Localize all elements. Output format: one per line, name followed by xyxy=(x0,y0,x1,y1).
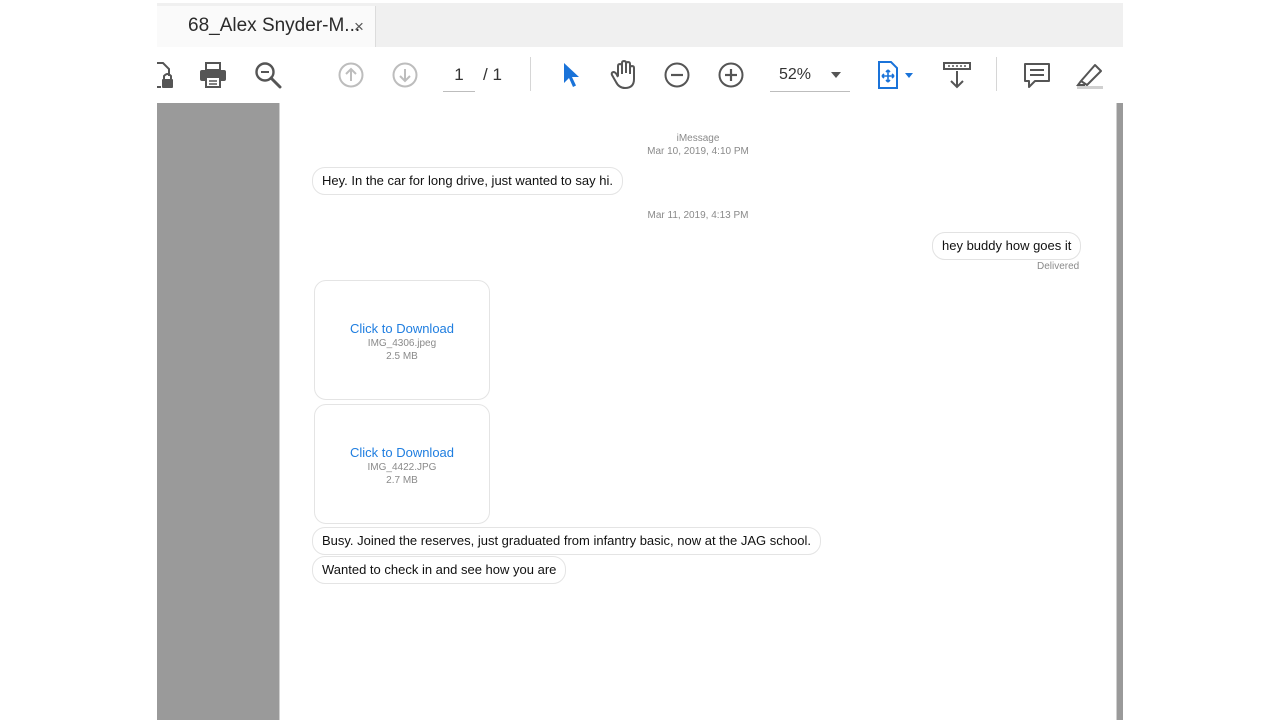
incoming-message: Busy. Joined the reserves, just graduate… xyxy=(312,527,821,555)
toolbar: 1 / 1 52% xyxy=(157,47,1123,104)
toolbar-divider xyxy=(530,57,531,91)
timestamp: Mar 10, 2019, 4:10 PM xyxy=(647,146,749,157)
chevron-down-icon xyxy=(831,72,841,78)
delivery-status: Delivered xyxy=(1037,261,1080,272)
attachment-filename: IMG_4306.jpeg xyxy=(367,338,437,349)
scroll-mode-icon[interactable] xyxy=(941,47,973,103)
document-tab[interactable]: 68_Alex Snyder-M... × xyxy=(157,6,376,48)
page-total: / 1 xyxy=(483,65,502,84)
lock-file-icon[interactable] xyxy=(157,47,177,103)
incoming-message: Hey. In the car for long drive, just wan… xyxy=(312,167,623,195)
highlight-icon[interactable] xyxy=(1073,47,1107,103)
outgoing-message: hey buddy how goes it xyxy=(932,232,1082,260)
comment-icon[interactable] xyxy=(1021,47,1053,103)
pdf-page: iMessage Mar 10, 2019, 4:10 PM Hey. In t… xyxy=(279,103,1117,720)
attachment-card: Click to Download IMG_4422.JPG 2.7 MB xyxy=(314,404,490,524)
tab-bar: 68_Alex Snyder-M... × xyxy=(157,0,1123,48)
page-number-input[interactable]: 1 xyxy=(443,61,475,92)
print-icon[interactable] xyxy=(197,47,229,103)
attachment-filename: IMG_4422.JPG xyxy=(367,462,437,473)
pdf-viewer-window: 68_Alex Snyder-M... × 1 / 1 52% iMessage… xyxy=(157,0,1123,720)
select-cursor-icon[interactable] xyxy=(557,47,585,103)
download-link[interactable]: Click to Download xyxy=(315,321,489,336)
attachment-size: 2.5 MB xyxy=(386,351,418,362)
prev-page-icon[interactable] xyxy=(335,47,367,103)
tab-title: 68_Alex Snyder-M... xyxy=(188,15,361,36)
incoming-message: Wanted to check in and see how you are xyxy=(312,556,567,584)
hand-icon[interactable] xyxy=(607,47,641,103)
document-viewer[interactable]: iMessage Mar 10, 2019, 4:10 PM Hey. In t… xyxy=(157,103,1123,720)
next-page-icon[interactable] xyxy=(389,47,421,103)
zoom-out-icon[interactable] xyxy=(661,47,693,103)
zoom-value: 52% xyxy=(779,66,812,83)
download-link[interactable]: Click to Download xyxy=(315,445,489,460)
search-icon[interactable] xyxy=(252,47,284,103)
fit-page-icon[interactable] xyxy=(875,47,917,103)
attachment-card: Click to Download IMG_4306.jpeg 2.5 MB xyxy=(314,280,490,400)
attachment-size: 2.7 MB xyxy=(386,475,418,486)
zoom-select[interactable]: 52% xyxy=(770,61,850,92)
close-tab-icon[interactable]: × xyxy=(354,18,364,35)
service-label: iMessage xyxy=(676,133,720,144)
timestamp: Mar 11, 2019, 4:13 PM xyxy=(647,210,749,221)
zoom-in-icon[interactable] xyxy=(715,47,747,103)
toolbar-divider xyxy=(996,57,997,91)
